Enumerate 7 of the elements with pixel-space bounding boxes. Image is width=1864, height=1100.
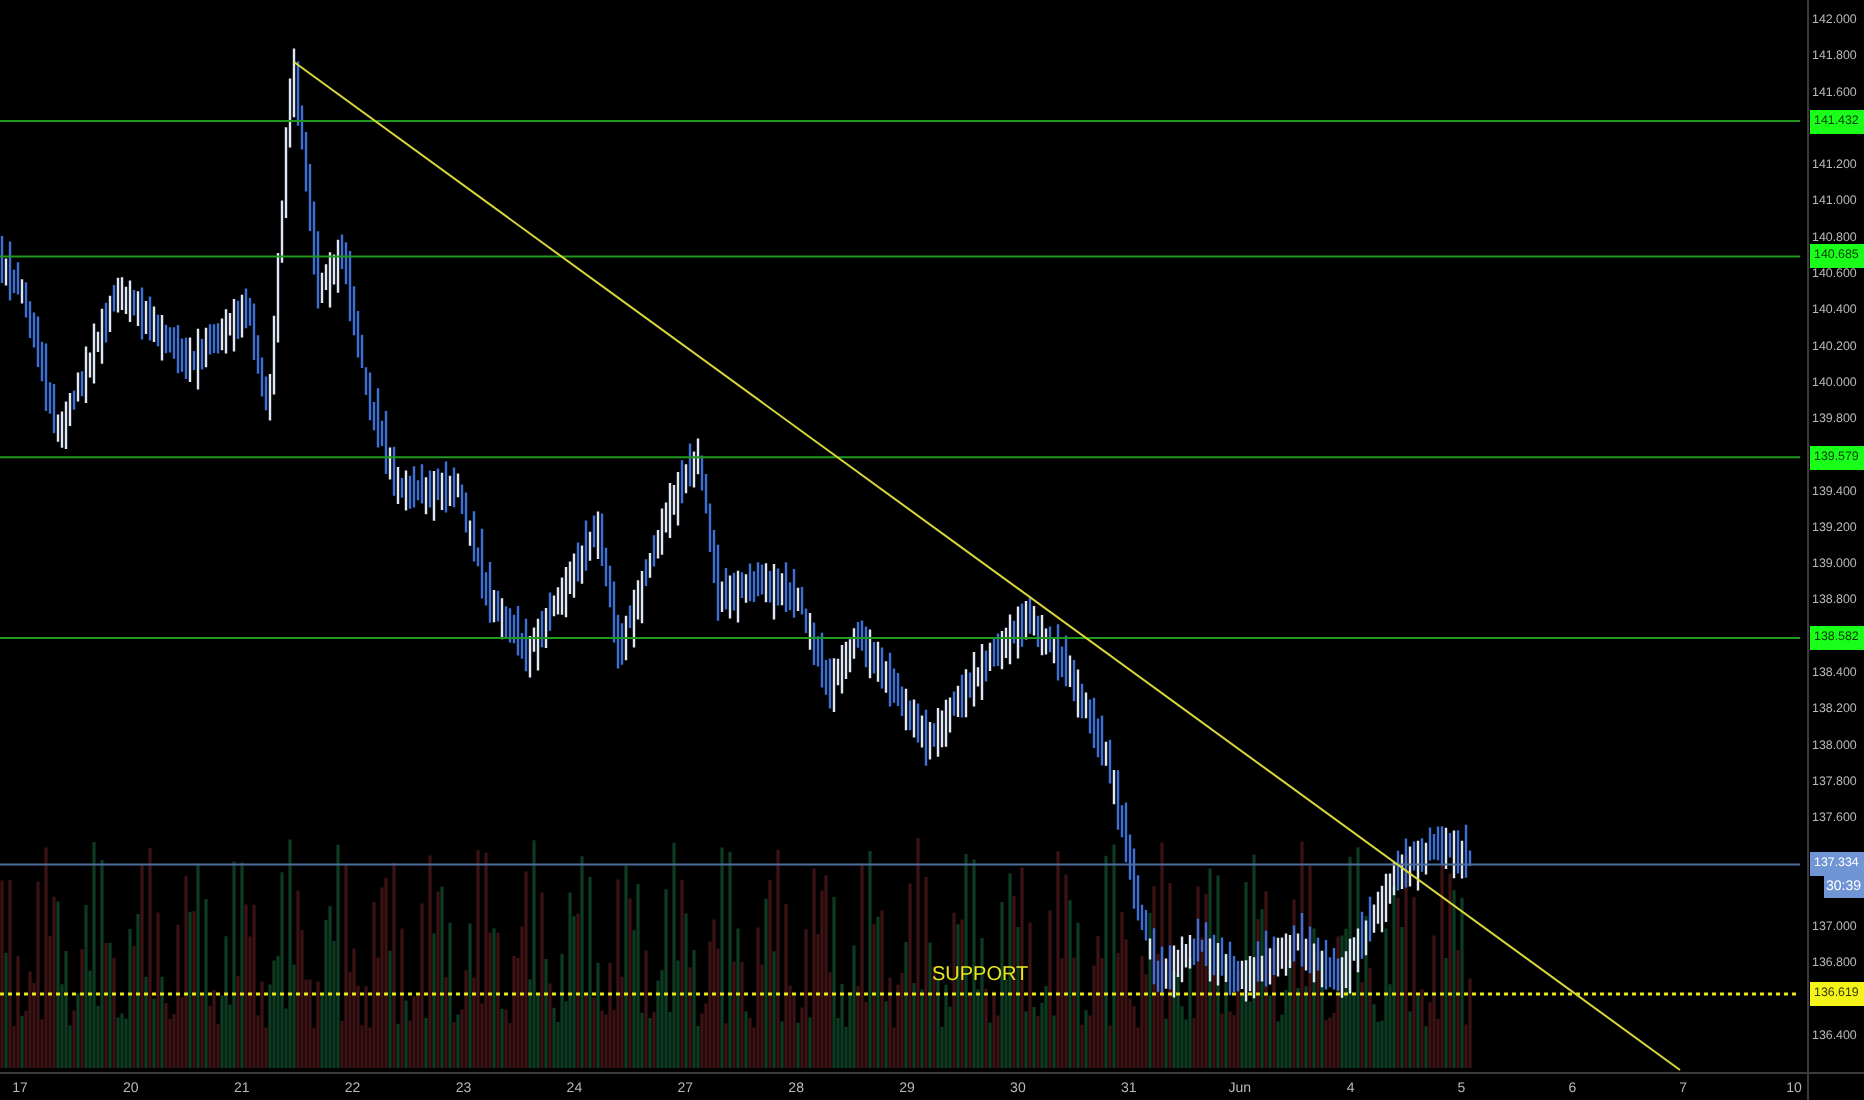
resistance-line[interactable] xyxy=(0,255,1801,258)
resistance-line[interactable] xyxy=(0,456,1801,459)
support-caption: SUPPORT xyxy=(932,964,1029,987)
resistance-line[interactable] xyxy=(0,637,1801,640)
support-line[interactable] xyxy=(0,992,1800,996)
trendline[interactable] xyxy=(293,61,1681,1071)
resistance-line[interactable] xyxy=(0,120,1801,123)
